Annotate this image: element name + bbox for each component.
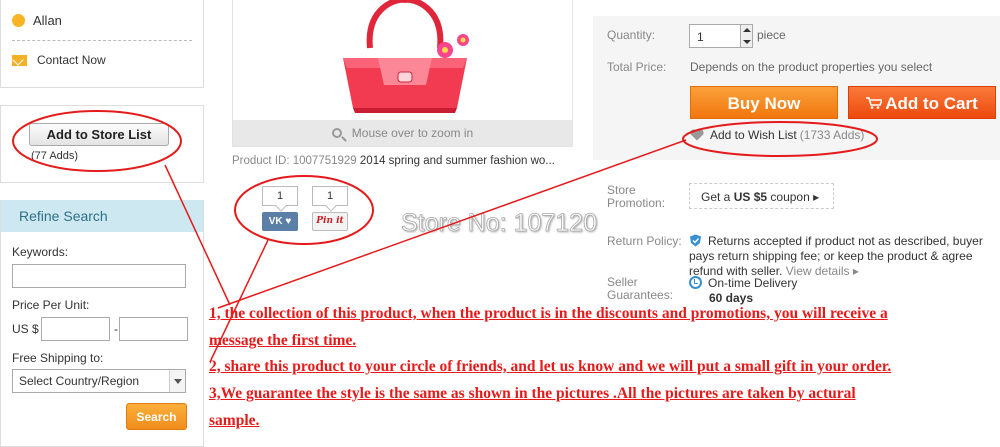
country-select-value: Select Country/Region <box>19 374 140 388</box>
divider <box>12 40 192 41</box>
currency-label: US $ <box>12 322 39 336</box>
seller-guarantees-label: Seller Guarantees: <box>607 275 674 302</box>
return-policy-label: Return Policy: <box>607 234 682 248</box>
pin-share-count: 1 <box>312 186 348 206</box>
free-shipping-label: Free Shipping to: <box>12 351 104 365</box>
add-to-wishlist-link[interactable]: Add to Wish List (1733 Adds) <box>690 128 864 142</box>
note-line-3: 2, share this product to your circle of … <box>209 358 892 375</box>
delivery-text: On-time Delivery <box>708 276 798 290</box>
heart-icon <box>690 129 704 141</box>
coupon-prefix: Get a <box>701 190 731 204</box>
add-to-cart-label: Add to Cart <box>885 94 978 113</box>
search-button[interactable]: Search <box>126 403 187 430</box>
seller-name[interactable]: Allan <box>33 13 62 28</box>
store-list-box: Add to Store List (77 Adds) <box>0 105 204 183</box>
chevron-down-icon <box>169 370 185 392</box>
vk-label: VK <box>268 216 283 227</box>
contact-now-label: Contact Now <box>37 53 106 67</box>
coupon-suffix: coupon ▸ <box>770 190 820 204</box>
pinterest-share[interactable]: 1 Pin it <box>312 186 348 231</box>
note-line-2: message the first time. <box>209 332 357 349</box>
seller-name-row[interactable]: Allan <box>12 13 62 28</box>
add-to-store-list-button[interactable]: Add to Store List <box>29 123 169 146</box>
seller-info-box: Allan Contact Now <box>0 0 204 88</box>
store-promotion-label: Store Promotion: <box>607 183 666 210</box>
cart-icon <box>866 97 883 109</box>
clock-icon <box>689 276 702 289</box>
coupon-button[interactable]: Get a US $5 coupon ▸ <box>689 183 834 209</box>
handbag-product-image <box>343 0 469 113</box>
quantity-value: 1 <box>697 30 704 44</box>
return-policy-text: Returns accepted if product not as descr… <box>689 234 1000 279</box>
store-watermark: Store No: 107120 <box>401 209 598 238</box>
keywords-label: Keywords: <box>12 245 69 259</box>
quantity-stepper[interactable] <box>740 25 752 47</box>
vk-share-button[interactable]: VK ♥ <box>262 212 298 231</box>
price-min-input[interactable] <box>41 317 110 341</box>
wishlist-label: Add to Wish List <box>710 128 797 142</box>
coupon-amount: US $5 <box>733 190 768 204</box>
vk-share[interactable]: 1 VK ♥ <box>262 186 298 231</box>
product-image-frame[interactable]: Mouse over to zoom in <box>232 0 573 147</box>
price-max-input[interactable] <box>119 317 188 341</box>
country-select[interactable]: Select Country/Region <box>12 369 186 393</box>
price-label: Price Per Unit: <box>12 298 90 312</box>
price-separator: - <box>114 322 118 336</box>
quantity-unit: piece <box>757 28 786 42</box>
envelope-icon <box>12 54 27 66</box>
wishlist-count: (1733 Adds) <box>799 128 865 142</box>
seller-dot-icon <box>12 14 25 27</box>
note-line-1: 1, the collection of this product, when … <box>209 305 888 322</box>
buy-now-button[interactable]: Buy Now <box>690 86 838 119</box>
zoom-hint-bar: Mouse over to zoom in <box>233 120 572 146</box>
keywords-input[interactable] <box>12 264 186 288</box>
store-list-adds: (77 Adds) <box>31 150 79 162</box>
contact-now-link[interactable]: Contact Now <box>12 53 106 67</box>
total-price-value: Depends on the product properties you se… <box>690 60 933 74</box>
product-id-label: Product ID: <box>232 155 290 167</box>
note-line-4: 3,We guarantee the style is the same as … <box>209 385 856 402</box>
refine-search-title: Refine Search <box>1 200 203 232</box>
product-id-value: 1007751929 <box>292 155 357 167</box>
quantity-label: Quantity: <box>607 28 656 42</box>
total-price-label: Total Price: <box>607 60 667 74</box>
add-to-cart-button[interactable]: Add to Cart <box>848 86 996 119</box>
refine-search-panel: Refine Search Keywords: Price Per Unit: … <box>0 200 204 447</box>
shield-icon <box>690 234 701 247</box>
pin-it-button[interactable]: Pin it <box>312 212 348 231</box>
product-id-line: Product ID: 1007751929 2014 spring and s… <box>232 155 555 167</box>
zoom-hint-text: Mouse over to zoom in <box>351 126 474 140</box>
magnifier-icon <box>331 128 342 138</box>
product-title[interactable]: 2014 spring and summer fashion wo... <box>360 155 555 167</box>
quantity-input[interactable]: 1 <box>689 24 753 48</box>
share-highlight <box>234 175 374 245</box>
note-line-5: sample. <box>209 412 260 429</box>
vk-share-count: 1 <box>262 186 298 206</box>
purchase-panel: Quantity: 1 piece Total Price: Depends o… <box>593 16 1000 160</box>
